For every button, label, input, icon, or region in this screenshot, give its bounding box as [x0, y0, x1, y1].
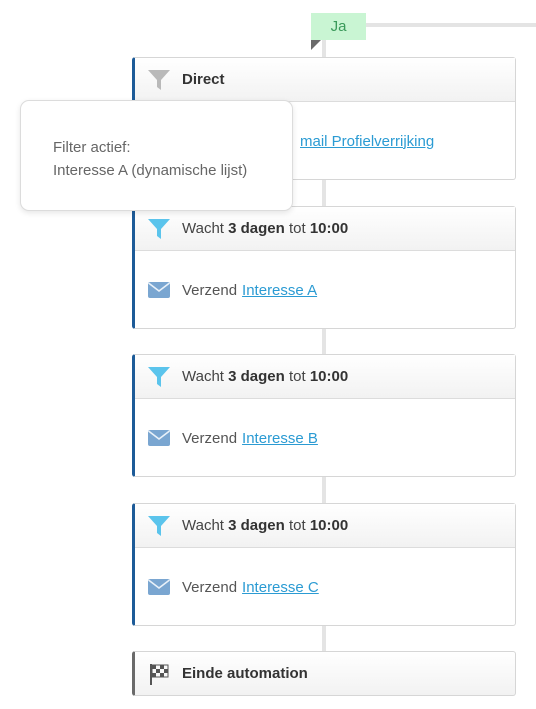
wait-time: 10:00 [309, 220, 349, 237]
send-prefix: Verzend [182, 281, 238, 299]
step-wait-send-2[interactable]: Wacht 3 dagen tot 10:00 Verzend Interess… [132, 354, 516, 477]
wait-duration: 3 dagen [228, 368, 285, 385]
flow-connector [322, 179, 326, 207]
checkered-flag-icon [150, 663, 169, 685]
envelope-icon [148, 282, 170, 298]
mail-link-profielverrijking[interactable]: mail Profielverrijking [300, 133, 434, 150]
filter-tooltip: Filter actief: Interesse A (dynamische l… [20, 100, 293, 211]
send-step-body: Verzend Interesse B [135, 399, 515, 477]
step-wait-send-1[interactable]: Wacht 3 dagen tot 10:00 Verzend Interess… [132, 206, 516, 329]
wait-duration: 3 dagen [228, 220, 285, 237]
send-prefix: Verzend [182, 578, 238, 596]
wait-prefix: Wacht [182, 220, 224, 237]
wait-tot: tot [288, 368, 306, 385]
flow-connector [322, 328, 326, 355]
filter-icon [148, 515, 170, 536]
flow-connector [322, 476, 326, 504]
mail-link-interesse-b[interactable]: Interesse B [242, 430, 318, 447]
tooltip-line-2: Interesse A (dynamische lijst) [53, 162, 248, 179]
step-end-automation[interactable]: Einde automation [132, 651, 516, 696]
branch-yes-tag[interactable]: Ja [311, 13, 366, 40]
wait-time: 10:00 [309, 517, 349, 534]
filter-icon [148, 69, 170, 90]
flow-connector [322, 625, 326, 652]
send-prefix: Verzend [182, 429, 238, 447]
send-step-body: Verzend Interesse A [135, 251, 515, 329]
wait-tot: tot [288, 517, 306, 534]
branch-tag-arrow [311, 40, 321, 50]
end-automation-label: Einde automation [182, 665, 308, 682]
wait-prefix: Wacht [182, 517, 224, 534]
wait-step-header[interactable]: Wacht 3 dagen tot 10:00 [135, 207, 515, 251]
wait-step-header[interactable]: Wacht 3 dagen tot 10:00 [135, 504, 515, 548]
send-step-body: Verzend Interesse C [135, 548, 515, 626]
wait-time: 10:00 [309, 368, 349, 385]
wait-prefix: Wacht [182, 368, 224, 385]
envelope-icon [148, 430, 170, 446]
mail-link-interesse-a[interactable]: Interesse A [242, 282, 317, 299]
wait-duration: 3 dagen [228, 517, 285, 534]
step-wait-send-3[interactable]: Wacht 3 dagen tot 10:00 Verzend Interess… [132, 503, 516, 626]
branch-yes-label: Ja [330, 18, 347, 35]
step-direct-title: Direct [182, 71, 225, 88]
filter-icon [148, 366, 170, 387]
wait-tot: tot [288, 220, 306, 237]
step-direct-header[interactable]: Direct [135, 58, 515, 102]
filter-icon [148, 218, 170, 239]
tooltip-line-1: Filter actief: [53, 139, 131, 156]
wait-step-header[interactable]: Wacht 3 dagen tot 10:00 [135, 355, 515, 399]
mail-link-interesse-c[interactable]: Interesse C [242, 579, 319, 596]
envelope-icon [148, 579, 170, 595]
